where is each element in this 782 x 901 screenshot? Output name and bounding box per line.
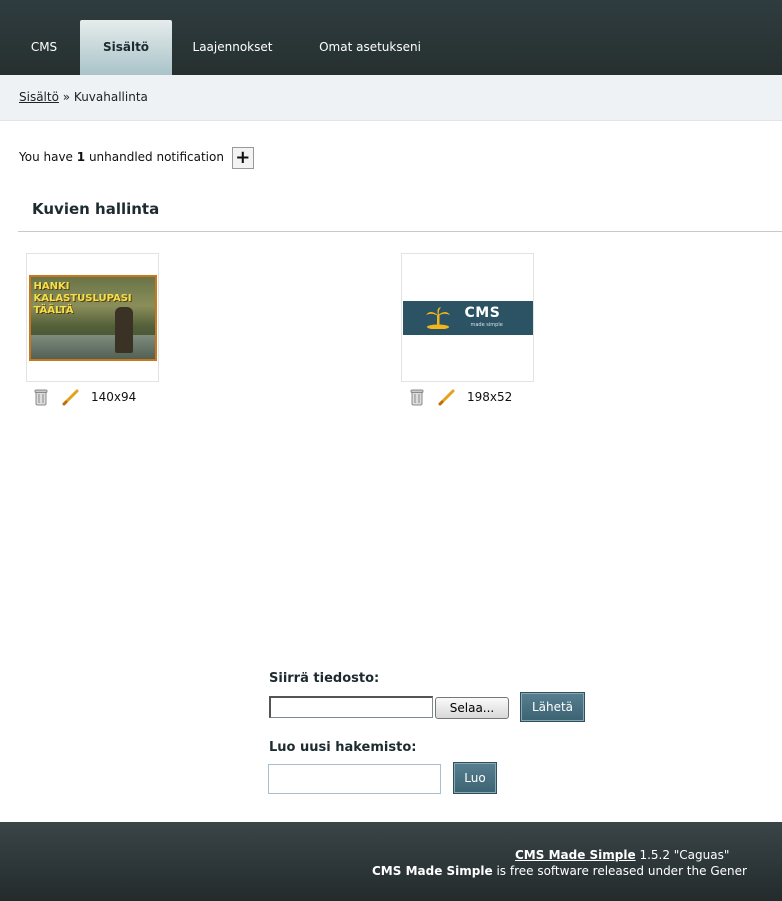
new-directory-label: Luo uusi hakemisto:: [269, 740, 417, 755]
edit-icon[interactable]: [438, 388, 456, 411]
image-meta-2: 198x52: [410, 388, 540, 406]
overlay-line-1: HANKI: [33, 280, 70, 292]
upload-label: Siirrä tiedosto:: [269, 671, 380, 686]
footer-license-text: is free software released under the Gene…: [492, 864, 747, 878]
breadcrumb-separator: »: [58, 90, 74, 104]
tab-my-preferences[interactable]: Omat asetukseni: [306, 20, 434, 75]
tab-content[interactable]: Sisältö: [80, 20, 172, 75]
file-path-input[interactable]: [269, 696, 433, 718]
breadcrumb: Sisältö » Kuvahallinta: [0, 75, 782, 121]
image-preview-cms-logo: CMS made simple: [402, 300, 533, 335]
browse-button[interactable]: Selaa...: [435, 697, 509, 719]
new-directory-input[interactable]: [268, 764, 441, 794]
breadcrumb-link-content[interactable]: Sisältö: [19, 90, 59, 104]
logo-subtext: made simple: [470, 321, 503, 328]
image-dimensions: 140x94: [91, 390, 137, 404]
image-thumbnail-2[interactable]: CMS made simple: [401, 253, 534, 382]
image-dimensions: 198x52: [467, 390, 513, 404]
logo-text: CMS: [464, 304, 501, 321]
title-divider: [18, 231, 782, 232]
overlay-line-2: KALASTUSLUPASI: [33, 292, 132, 304]
notification-prefix: You have: [19, 150, 77, 164]
notification-bar: You have 1 unhandled notification +: [19, 145, 254, 169]
image-meta-1: 140x94: [34, 388, 164, 406]
palm-tree-icon: [425, 306, 450, 329]
delete-icon[interactable]: [34, 388, 48, 411]
expand-notifications-button[interactable]: +: [231, 146, 254, 169]
notification-suffix: unhandled notification: [85, 150, 224, 164]
create-directory-button[interactable]: Luo: [453, 762, 497, 794]
notification-count: 1: [76, 150, 86, 164]
tab-cms[interactable]: CMS: [19, 20, 69, 75]
breadcrumb-current: Kuvahallinta: [73, 90, 148, 104]
image-overlay-text: HANKI KALASTUSLUPASI TÄÄLTÄ: [34, 281, 132, 317]
image-preview-fishing: HANKI KALASTUSLUPASI TÄÄLTÄ: [28, 274, 157, 361]
top-navigation: CMS Sisältö Laajennokset Omat asetukseni: [0, 0, 782, 75]
footer-product-link[interactable]: CMS Made Simple: [515, 848, 636, 862]
delete-icon[interactable]: [410, 388, 424, 411]
image-water: [30, 334, 155, 359]
image-thumbnail-1[interactable]: HANKI KALASTUSLUPASI TÄÄLTÄ: [26, 253, 159, 382]
page-title: Kuvien hallinta: [32, 200, 160, 218]
footer-version-line: CMS Made Simple 1.5.2 "Caguas": [515, 848, 729, 862]
edit-icon[interactable]: [62, 388, 80, 411]
tab-extensions[interactable]: Laajennokset: [180, 20, 285, 75]
footer-license-line: CMS Made Simple is free software release…: [372, 864, 747, 878]
overlay-line-3: TÄÄLTÄ: [33, 304, 74, 316]
footer: CMS Made Simple 1.5.2 "Caguas" CMS Made …: [0, 822, 782, 901]
footer-product-name: CMS Made Simple: [372, 864, 493, 878]
footer-version: 1.5.2 "Caguas": [635, 848, 730, 862]
upload-submit-button[interactable]: Lähetä: [520, 692, 585, 722]
